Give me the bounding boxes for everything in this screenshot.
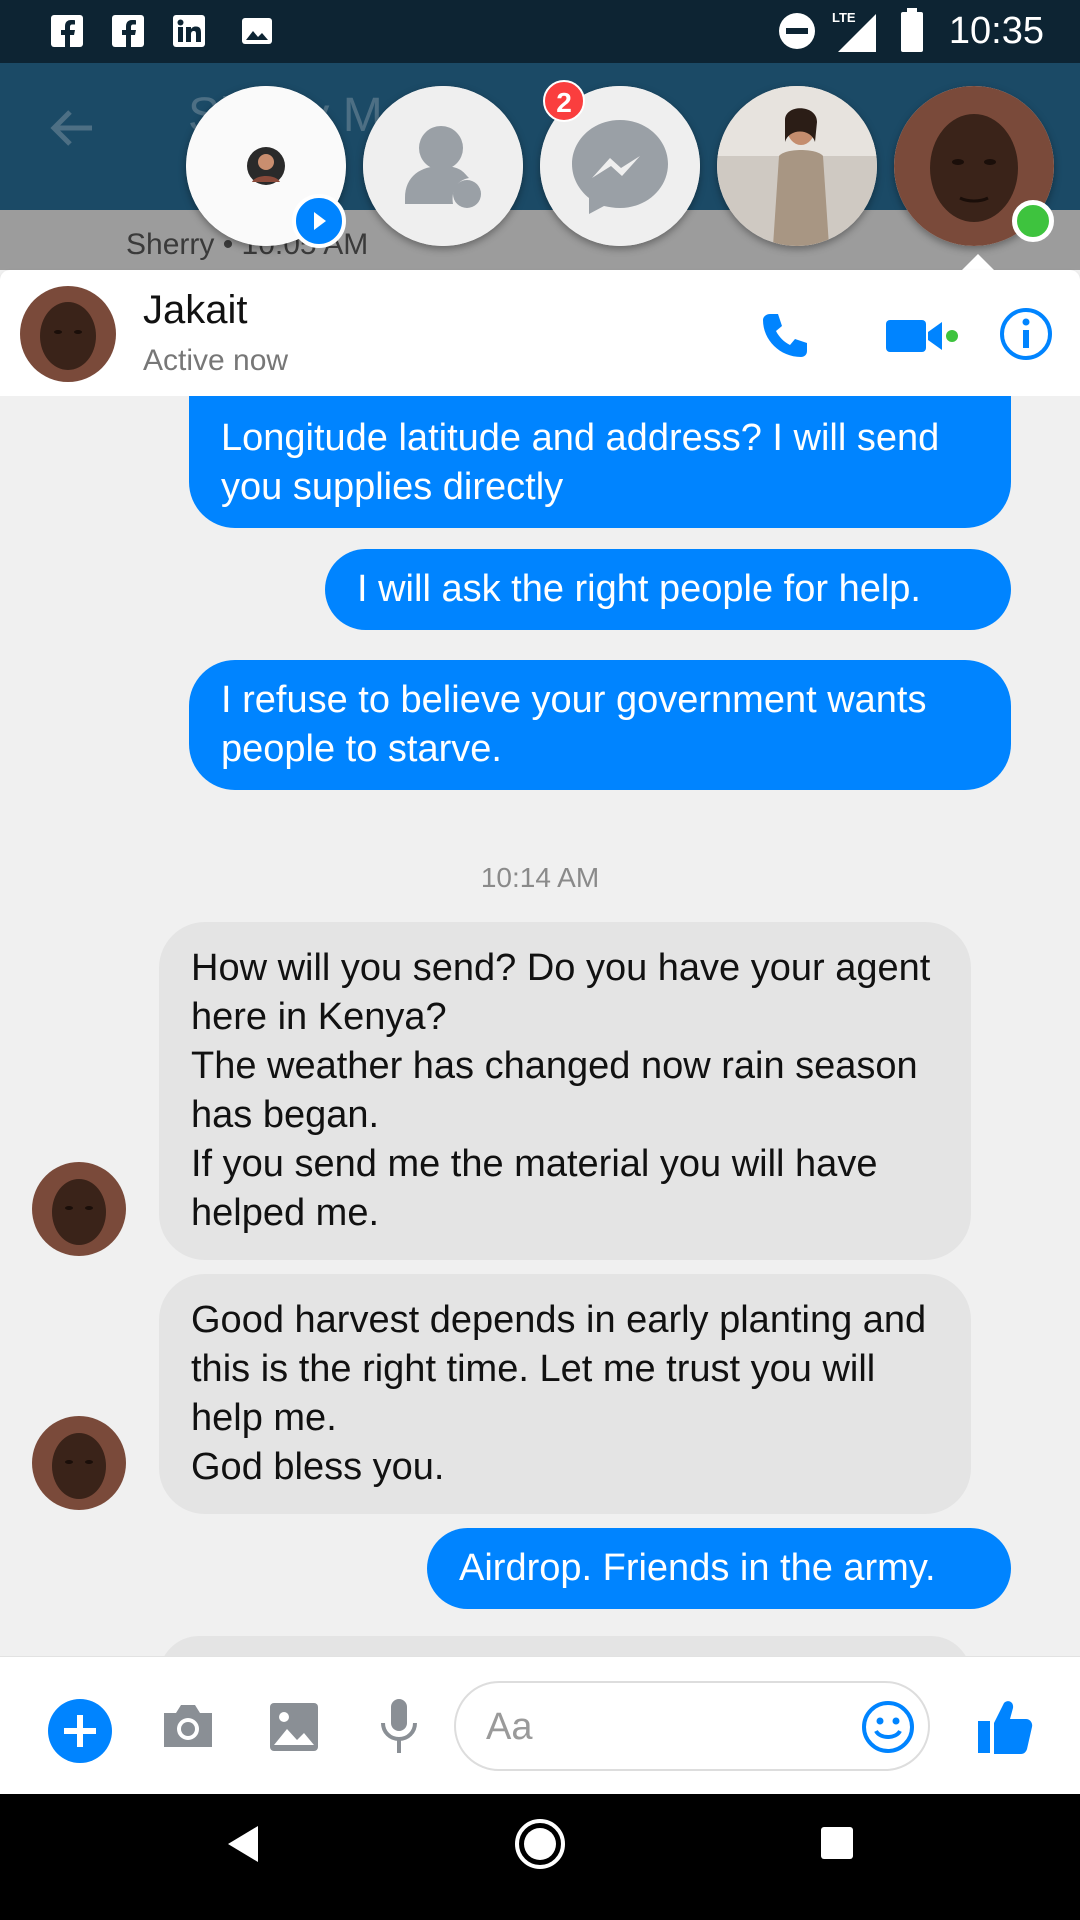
online-indicator xyxy=(1012,200,1054,242)
recents-nav-icon[interactable] xyxy=(820,1826,854,1860)
chat-head-contacts[interactable] xyxy=(363,86,523,246)
composer xyxy=(0,1656,1080,1794)
svg-text:LTE: LTE xyxy=(832,10,856,25)
gallery-icon[interactable] xyxy=(268,1701,320,1753)
avatar[interactable] xyxy=(32,1416,126,1510)
phone-icon[interactable] xyxy=(756,308,812,364)
emoji-icon[interactable] xyxy=(860,1699,916,1755)
unread-badge: 2 xyxy=(543,80,585,122)
message-sent[interactable]: I will ask the right people for help. xyxy=(325,549,1011,630)
chat-head-pointer xyxy=(962,254,994,270)
back-nav-icon[interactable] xyxy=(224,1824,260,1864)
message-sent[interactable]: Airdrop. Friends in the army. xyxy=(427,1528,1011,1609)
status-bar: LTE 10:35 xyxy=(0,0,1080,63)
message-sent[interactable]: Longitude latitude and address? I will s… xyxy=(189,396,1011,528)
avatar[interactable] xyxy=(20,286,116,382)
person-icon xyxy=(363,86,523,246)
message-received[interactable]: Good harvest depends in early planting a… xyxy=(159,1274,971,1514)
camera-icon[interactable] xyxy=(160,1701,216,1751)
play-badge xyxy=(292,194,346,248)
chat-header: Jakait Active now xyxy=(0,270,1080,396)
message-input-wrapper xyxy=(454,1681,930,1771)
mic-icon[interactable] xyxy=(378,1697,420,1757)
home-nav-icon[interactable] xyxy=(514,1818,566,1870)
contact-name: Jakait xyxy=(143,288,248,332)
back-arrow-icon[interactable] xyxy=(48,108,94,148)
facebook-icon xyxy=(51,15,83,47)
thumbs-up-icon[interactable] xyxy=(976,1695,1034,1757)
navigation-bar xyxy=(0,1794,1080,1920)
play-icon xyxy=(314,212,326,230)
jakait-avatar-icon xyxy=(32,1162,126,1256)
video-icon[interactable] xyxy=(884,314,960,358)
message-sent[interactable]: I refuse to believe your government want… xyxy=(189,660,1011,790)
message-list[interactable]: Longitude latitude and address? I will s… xyxy=(0,396,1080,1656)
clock: 10:35 xyxy=(948,10,1044,52)
battery-icon xyxy=(901,8,923,52)
linkedin-icon xyxy=(173,15,205,47)
plus-icon[interactable] xyxy=(48,1699,112,1763)
image-icon xyxy=(242,18,272,44)
message-received-partial[interactable] xyxy=(159,1636,971,1656)
jakait-avatar-icon xyxy=(32,1416,126,1510)
avatar[interactable] xyxy=(32,1162,126,1256)
message-timestamp: 10:14 AM xyxy=(480,862,600,893)
message-input[interactable] xyxy=(486,1701,846,1753)
contact-photo-icon xyxy=(717,86,877,246)
contact-status: Active now xyxy=(143,344,289,377)
jakait-avatar-icon xyxy=(20,286,116,382)
signal-icon: LTE xyxy=(832,10,876,52)
info-icon[interactable] xyxy=(998,306,1054,362)
do-not-disturb-icon xyxy=(779,13,815,49)
facebook-icon xyxy=(112,15,144,47)
chat-head-contact-photo[interactable] xyxy=(717,86,877,246)
message-received[interactable]: How will you send? Do you have your agen… xyxy=(159,922,971,1260)
